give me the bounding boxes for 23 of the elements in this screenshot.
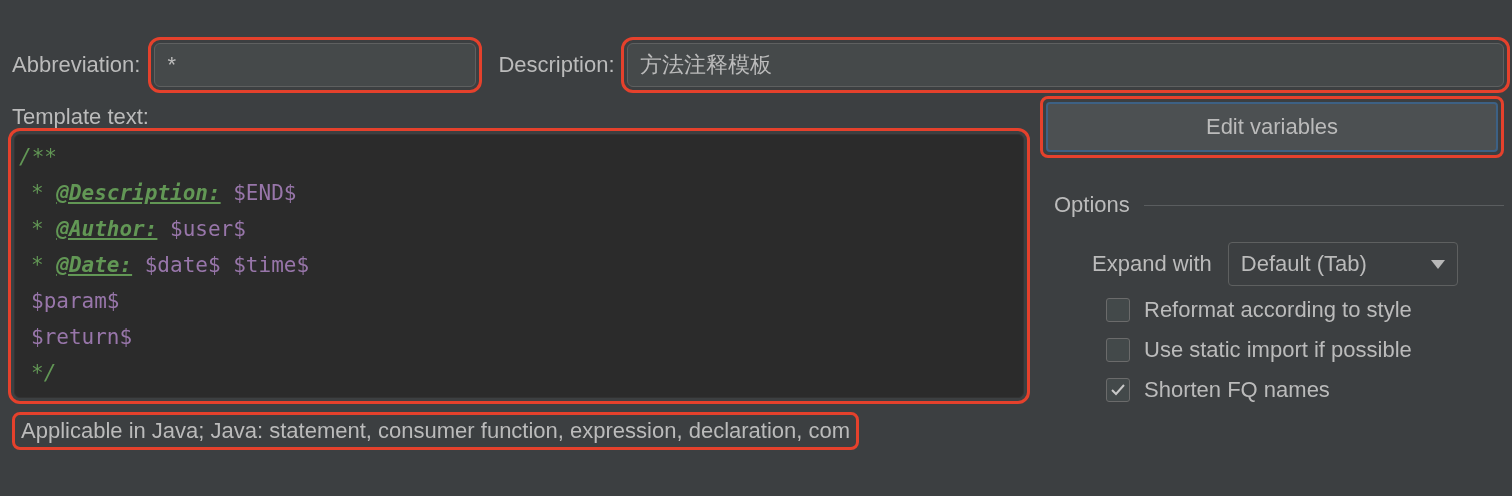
- checkbox[interactable]: [1106, 378, 1130, 402]
- expand-with-dropdown[interactable]: Default (Tab): [1227, 242, 1458, 286]
- code-line: /**: [19, 144, 58, 171]
- checkbox[interactable]: [1106, 298, 1130, 322]
- checkbox-label: Use static import if possible: [1144, 337, 1412, 363]
- dropdown-caret-icon: [1430, 259, 1445, 269]
- description-label: Description:: [498, 52, 615, 78]
- code-line: $return$: [30, 324, 134, 351]
- expand-with-label: Expand with: [1092, 251, 1212, 277]
- checkmark-icon: [1110, 383, 1126, 397]
- code-line: * @Author: $user$: [30, 216, 247, 243]
- code-line: * @Date: $date$ $time$: [30, 252, 311, 279]
- applicable-contexts-text: Applicable in Java; Java: statement, consumer function, expression, declaration, com: [12, 412, 860, 450]
- checkbox-label: Reformat according to style: [1144, 297, 1412, 323]
- edit-variables-button[interactable]: Edit variables: [1046, 102, 1498, 152]
- checkbox[interactable]: [1106, 338, 1130, 362]
- checkbox-label: Shorten FQ names: [1144, 377, 1330, 403]
- code-line: */: [30, 360, 58, 387]
- options-title: Options: [1054, 192, 1130, 218]
- code-line: $param$: [30, 288, 121, 315]
- template-text-label: Template text:: [12, 104, 150, 131]
- abbreviation-label: Abbreviation:: [12, 52, 141, 78]
- code-line: * @Description: $END$: [30, 180, 298, 207]
